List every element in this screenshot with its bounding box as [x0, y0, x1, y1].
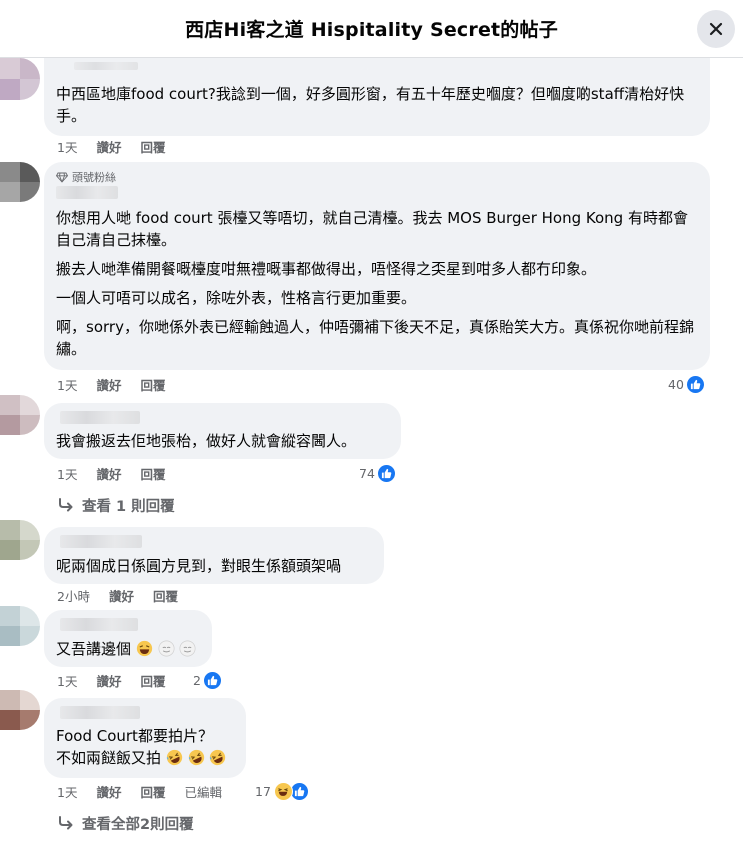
- commenter-name[interactable]: [60, 618, 138, 631]
- comment-time[interactable]: 1天: [57, 375, 77, 394]
- reply-button[interactable]: 回覆: [140, 137, 165, 156]
- reaction-count: 17: [255, 783, 271, 799]
- like-reaction-icon: [685, 374, 705, 394]
- like-reaction-icon: [202, 670, 222, 690]
- comment-paragraph: 你想用人哋 food court 張檯又等唔切，就自己清檯。我去 MOS Bur…: [56, 209, 688, 249]
- reply-arrow-icon: [59, 816, 73, 830]
- reply-button[interactable]: 回覆: [153, 586, 178, 605]
- comment-bubble: 我會搬返去佢地張枱，做好人就會縱容閪人。: [44, 403, 401, 459]
- commenter-name[interactable]: [56, 186, 118, 199]
- like-button[interactable]: 讚好: [109, 586, 134, 605]
- reaction-count: 74: [359, 465, 375, 481]
- like-button[interactable]: 讚好: [96, 375, 121, 394]
- like-button[interactable]: 讚好: [96, 782, 121, 801]
- comment-actions: 1天 讚好 回覆: [57, 671, 165, 689]
- reaction-summary[interactable]: 2: [193, 670, 222, 690]
- sweat-smile-emoji-icon: [179, 640, 196, 657]
- comment-text: Food Court都要拍片？ 不如兩餸飯又拍: [56, 725, 234, 769]
- comment-actions: 2小時 讚好 回覆: [57, 586, 178, 604]
- rofl-emoji-icon: [166, 749, 182, 766]
- like-button[interactable]: 讚好: [96, 464, 121, 483]
- comment-text-line: 又吾講邊個: [56, 640, 132, 658]
- view-replies-link[interactable]: 查看 1 則回覆: [58, 494, 175, 516]
- reply-arrow-icon: [59, 498, 73, 512]
- reaction-count: 40: [668, 376, 684, 392]
- diamond-icon: [56, 172, 68, 183]
- comment-bubble: 中西區地庫food court?我諗到一個，好多圓形窗，有五十年歷史嗰度？但嗰度…: [44, 58, 710, 136]
- avatar[interactable]: [0, 395, 40, 435]
- comment-time[interactable]: 1天: [57, 671, 77, 690]
- avatar[interactable]: [0, 162, 40, 202]
- close-button[interactable]: [697, 10, 735, 48]
- comment-actions: 1天 讚好 回覆: [57, 137, 165, 155]
- edited-label: 已編輯: [184, 784, 222, 800]
- like-button[interactable]: 讚好: [96, 137, 121, 156]
- comment-text: 又吾講邊個: [56, 638, 200, 660]
- reply-button[interactable]: 回覆: [140, 464, 165, 483]
- avatar[interactable]: [0, 690, 40, 730]
- like-button[interactable]: 讚好: [96, 671, 121, 690]
- comment-time[interactable]: 1天: [57, 464, 77, 483]
- dialog-header: 西店Hi客之道 Hispitality Secret的帖子: [0, 0, 743, 58]
- reply-button[interactable]: 回覆: [140, 375, 165, 394]
- comment-actions: 1天 讚好 回覆 已編輯: [57, 782, 222, 800]
- rofl-emoji-icon: [188, 749, 204, 766]
- badge-label: 頭號粉絲: [72, 171, 116, 184]
- comment-text: 呢兩個成日係圓方見到，對眼生係額頭架喎: [56, 557, 342, 575]
- like-reaction-icon: [376, 463, 396, 483]
- reaction-summary[interactable]: 40: [668, 374, 705, 394]
- laughing-emoji-icon: [136, 640, 152, 657]
- commenter-name[interactable]: [60, 411, 140, 424]
- commenter-name[interactable]: [60, 706, 140, 719]
- dialog-title: 西店Hi客之道 Hispitality Secret的帖子: [185, 19, 558, 41]
- commenter-name[interactable]: [74, 62, 138, 70]
- reply-button[interactable]: 回覆: [140, 671, 165, 690]
- comment-paragraph: 搬去人哋準備開餐嘅檯度咁無禮嘅事都做得出，唔怪得之奀星到咁多人都冇印象。: [56, 260, 597, 278]
- comment-text: 我會搬返去佢地張枱，做好人就會縱容閪人。: [56, 432, 357, 450]
- comment-actions: 1天 讚好 回覆: [57, 375, 165, 393]
- comment-bubble: Food Court都要拍片？ 不如兩餸飯又拍: [44, 698, 246, 778]
- comment-text: 中西區地庫food court?我諗到一個，好多圓形窗，有五十年歷史嗰度？但嗰度…: [56, 85, 685, 125]
- rofl-emoji-icon: [210, 749, 226, 766]
- reaction-summary[interactable]: 17: [255, 781, 309, 801]
- avatar[interactable]: [0, 520, 40, 560]
- comment-bubble: 頭號粉絲 你想用人哋 food court 張檯又等唔切，就自己清檯。我去 MO…: [44, 162, 710, 370]
- comment-bubble: 又吾講邊個: [44, 610, 212, 667]
- comment-time[interactable]: 1天: [57, 782, 77, 801]
- comment-time[interactable]: 1天: [57, 137, 77, 156]
- avatar[interactable]: [0, 606, 40, 646]
- comment-paragraph: 一個人可唔可以成名，除咗外表，性格言行更加重要。: [56, 289, 417, 307]
- close-icon: [709, 22, 723, 36]
- view-all-replies-link[interactable]: 查看全部2則回覆: [58, 812, 194, 834]
- top-fan-badge[interactable]: 頭號粉絲: [56, 170, 698, 184]
- commenter-name[interactable]: [60, 535, 142, 548]
- comment-text-line: Food Court都要拍片？: [56, 727, 213, 745]
- avatar[interactable]: [0, 58, 40, 100]
- comment-bubble: 呢兩個成日係圓方見到，對眼生係額頭架喎: [44, 527, 384, 584]
- haha-reaction-icon: [273, 781, 293, 801]
- view-replies-label: 查看 1 則回覆: [82, 498, 175, 515]
- reaction-count: 2: [193, 672, 201, 688]
- view-replies-label: 查看全部2則回覆: [82, 816, 194, 833]
- sweat-smile-emoji-icon: [158, 640, 175, 657]
- reaction-summary[interactable]: 74: [359, 463, 396, 483]
- comment-text-line: 不如兩餸飯又拍: [56, 749, 162, 767]
- reply-button[interactable]: 回覆: [140, 782, 165, 801]
- comment-time[interactable]: 2小時: [57, 586, 90, 605]
- comment-paragraph: 啊，sorry，你哋係外表已經輸蝕過人，仲唔彌補下後天不足，真係貽笑大方。真係祝…: [56, 318, 694, 358]
- comment-text: 你想用人哋 food court 張檯又等唔切，就自己清檯。我去 MOS Bur…: [56, 207, 698, 360]
- comment-actions: 1天 讚好 回覆: [57, 464, 165, 482]
